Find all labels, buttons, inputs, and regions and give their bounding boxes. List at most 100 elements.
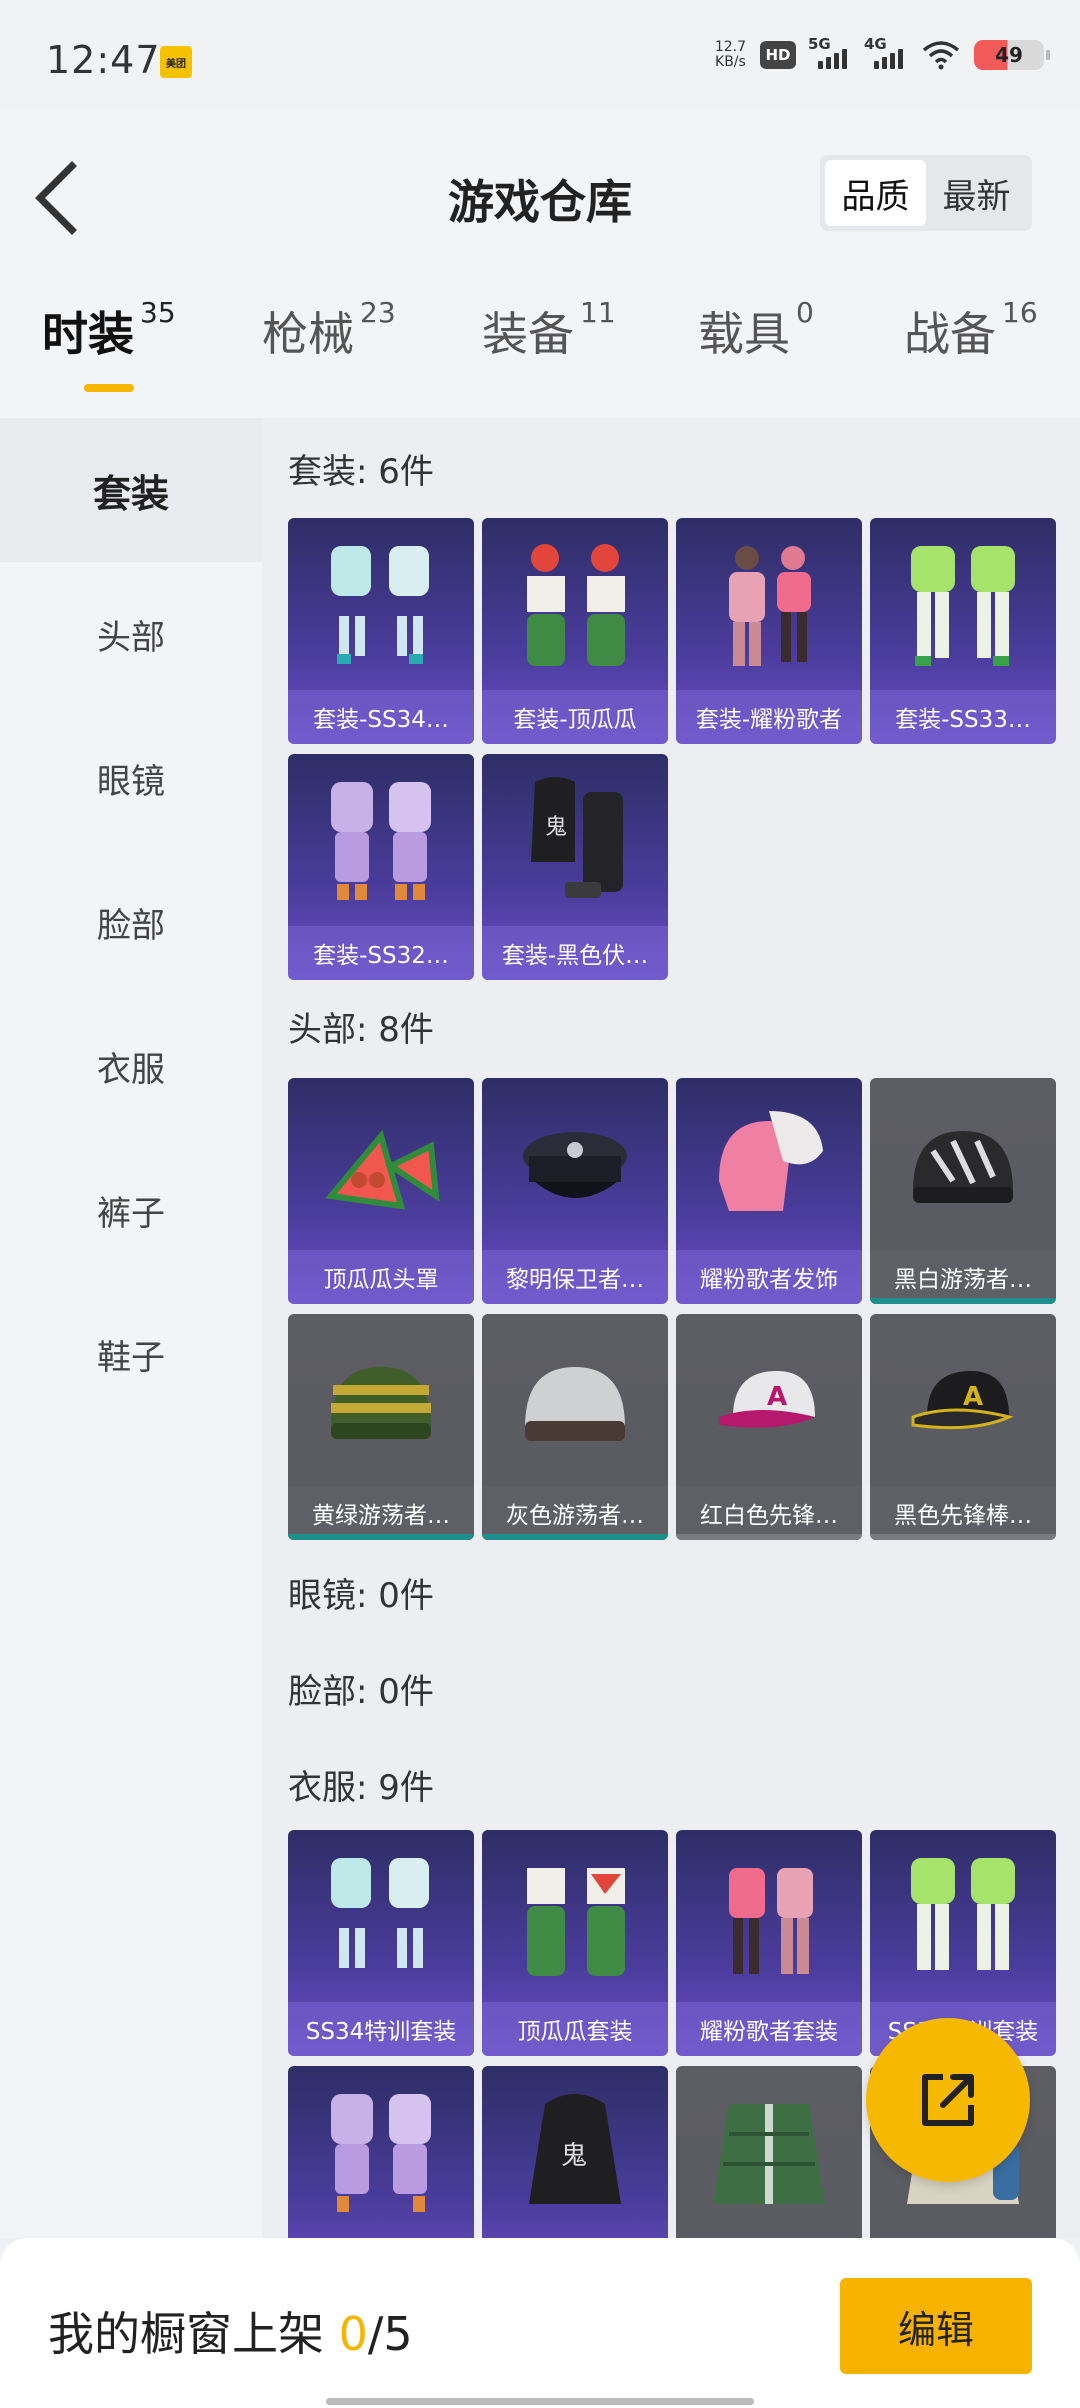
item-card[interactable] (288, 2066, 474, 2238)
outfit-icon (870, 518, 1056, 694)
wifi-icon (922, 41, 960, 70)
showcase-current: 0 (338, 2307, 368, 2361)
item-name: 耀粉歌者套装 (676, 2002, 862, 2056)
signal-5g-icon: 5G (808, 35, 852, 69)
item-name: 套装-顶瓜瓜 (482, 690, 668, 744)
item-name: 黑白游荡者… (870, 1250, 1056, 1304)
outfit-icon (482, 518, 668, 694)
rarity-bar (482, 1534, 668, 1540)
item-name: SS34特训套装 (288, 2002, 474, 2056)
item-name: 耀粉歌者发饰 (676, 1250, 862, 1304)
tab-gear[interactable]: 战备 16 (904, 296, 1038, 364)
item-card[interactable] (676, 2066, 862, 2238)
item-card[interactable]: 套装-SS33… (870, 518, 1056, 744)
tab-vehicles[interactable]: 载具 0 (698, 296, 814, 364)
beanie-icon (482, 1314, 668, 1490)
rarity-bar (288, 1534, 474, 1540)
rarity-bar (676, 1534, 862, 1540)
showcase-label: 我的橱窗上架 (48, 2307, 324, 2361)
item-name: 黑色先锋棒… (870, 1486, 1056, 1540)
item-name: 灰色游荡者… (482, 1486, 668, 1540)
sidebar-item-head[interactable]: 头部 (0, 562, 262, 706)
net-speed-unit: KB/s (715, 54, 746, 70)
beanie-icon (870, 1078, 1056, 1254)
item-name: 套装-SS33… (870, 690, 1056, 744)
rarity-bar (870, 1534, 1056, 1540)
outfit-icon (482, 1830, 668, 2006)
tab-label: 战备 (904, 307, 996, 361)
outfit-icon (676, 1830, 862, 2006)
sidebar-item-pants[interactable]: 裤子 (0, 1138, 262, 1282)
item-card[interactable]: 黄绿游荡者… (288, 1314, 474, 1540)
sidebar-item-clothes[interactable]: 衣服 (0, 994, 262, 1138)
tab-count: 0 (796, 296, 814, 329)
item-card[interactable]: 套装-SS32… (288, 754, 474, 980)
item-name: 黄绿游荡者… (288, 1486, 474, 1540)
item-name: 黎明保卫者… (482, 1250, 668, 1304)
item-card[interactable]: 耀粉歌者发饰 (676, 1078, 862, 1304)
svg-text:A: A (767, 1382, 787, 1412)
sidebar: 套装 头部 眼镜 脸部 衣服 裤子 鞋子 (0, 418, 262, 2238)
sort-quality-button[interactable]: 品质 (825, 160, 926, 226)
battery-icon: 49 (974, 40, 1050, 70)
item-grid: 套装: 6件 套装-SS34… 套装-顶瓜瓜 套装-耀粉歌者 套装-SS33… (262, 418, 1080, 2238)
net-speed-value: 12.7 (714, 39, 746, 55)
item-name: 套装-SS34… (288, 690, 474, 744)
item-card[interactable]: 套装-SS34… (288, 518, 474, 744)
outfit-icon (288, 1830, 474, 2006)
rarity-bar (870, 1298, 1056, 1304)
tab-label: 枪械 (262, 307, 354, 361)
tab-label: 装备 (482, 307, 574, 361)
outfit-icon (288, 2066, 474, 2238)
item-card[interactable]: 鬼 (482, 2066, 668, 2238)
beanie-icon (288, 1314, 474, 1490)
page: 12:47 美团 12.7 KB/s HD 5G 4G 49 游戏仓库 品质 最… (0, 0, 1080, 2408)
section-title-face: 脸部: 0件 (288, 1672, 434, 1712)
showcase-total: /5 (367, 2307, 413, 2361)
item-card[interactable]: 灰色游荡者… (482, 1314, 668, 1540)
share-button[interactable] (866, 2018, 1030, 2182)
sidebar-item-face[interactable]: 脸部 (0, 850, 262, 994)
status-icons: 12.7 KB/s HD 5G 4G 49 (714, 35, 1050, 70)
signal-5g-label: 5G (808, 35, 831, 53)
header: 游戏仓库 品质 最新 时装 35 枪械 23 装备 11 载具 0 战备 16 (0, 108, 1080, 418)
baseball-cap-icon: A (676, 1314, 862, 1490)
baseball-cap-icon: A (870, 1314, 1056, 1490)
sort-newest-button[interactable]: 最新 (926, 160, 1027, 226)
tab-fashion[interactable]: 时装 35 (42, 296, 176, 364)
item-card[interactable]: A 黑色先锋棒… (870, 1314, 1056, 1540)
outfit-icon (288, 754, 474, 930)
item-card[interactable]: 顶瓜瓜套装 (482, 1830, 668, 2056)
tab-label: 载具 (698, 307, 790, 361)
item-card[interactable]: A 红白色先锋… (676, 1314, 862, 1540)
item-card[interactable]: SS34特训套装 (288, 1830, 474, 2056)
outfit-icon (676, 518, 862, 694)
item-card[interactable]: 套装-顶瓜瓜 (482, 518, 668, 744)
item-card[interactable]: 耀粉歌者套装 (676, 1830, 862, 2056)
item-card[interactable]: 黎明保卫者… (482, 1078, 668, 1304)
sidebar-item-suits[interactable]: 套装 (0, 418, 262, 562)
edit-button[interactable]: 编辑 (840, 2278, 1032, 2374)
sidebar-item-glasses[interactable]: 眼镜 (0, 706, 262, 850)
signal-4g-label: 4G (864, 35, 887, 53)
svg-text:鬼: 鬼 (545, 815, 567, 840)
status-time: 12:47 (46, 38, 161, 82)
tab-equipment[interactable]: 装备 11 (482, 296, 616, 364)
svg-text:鬼: 鬼 (561, 2141, 587, 2171)
tab-guns[interactable]: 枪械 23 (262, 296, 396, 364)
item-name: 顶瓜瓜头罩 (288, 1250, 474, 1304)
hoodie-icon: 鬼 (482, 2066, 668, 2238)
item-card[interactable]: 套装-耀粉歌者 (676, 518, 862, 744)
svg-text:A: A (963, 1382, 983, 1412)
tab-count: 11 (580, 296, 616, 329)
police-cap-icon (482, 1078, 668, 1254)
home-indicator[interactable] (326, 2398, 754, 2405)
item-card[interactable]: 顶瓜瓜头罩 (288, 1078, 474, 1304)
item-card[interactable]: 黑白游荡者… (870, 1078, 1056, 1304)
sidebar-item-shoes[interactable]: 鞋子 (0, 1282, 262, 1426)
item-name: 顶瓜瓜套装 (482, 2002, 668, 2056)
item-card[interactable]: 鬼 套装-黑色伏… (482, 754, 668, 980)
outfit-icon: 鬼 (482, 754, 668, 930)
section-title-suits: 套装: 6件 (288, 452, 434, 492)
showcase-status: 我的橱窗上架 0/5 (48, 2298, 413, 2364)
